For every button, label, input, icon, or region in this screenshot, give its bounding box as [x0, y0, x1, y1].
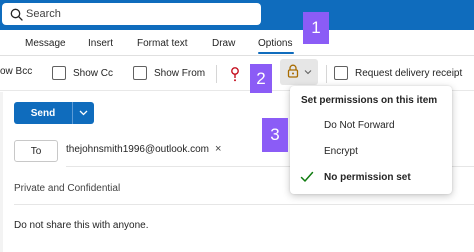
checkmark-icon — [300, 171, 314, 183]
toolbar-divider — [326, 65, 327, 83]
permissions-menu-header: Set permissions on this item — [301, 95, 438, 106]
to-button[interactable]: To — [14, 140, 58, 162]
show-bcc-option[interactable]: ow Bcc — [0, 66, 32, 77]
menu-item-no-permission-set[interactable]: No permission set — [290, 165, 452, 189]
show-cc-option[interactable]: Show Cc — [52, 66, 113, 80]
show-from-checkbox[interactable] — [133, 66, 147, 80]
active-tab-indicator — [258, 52, 294, 54]
menu-item-label: No permission set — [324, 171, 411, 183]
sensitivity-label: Private and Confidential — [14, 183, 121, 194]
menu-item-do-not-forward[interactable]: Do Not Forward — [290, 113, 452, 137]
show-cc-checkbox[interactable] — [52, 66, 66, 80]
tab-insert[interactable]: Insert — [88, 38, 113, 49]
toolbar-divider — [216, 65, 217, 83]
tab-message[interactable]: Message — [25, 38, 66, 49]
permissions-button[interactable] — [280, 59, 318, 85]
tab-draw[interactable]: Draw — [212, 38, 235, 49]
lock-icon — [286, 64, 300, 81]
request-delivery-receipt-checkbox[interactable] — [334, 66, 348, 80]
title-bar — [0, 0, 474, 30]
search-input[interactable] — [26, 8, 246, 20]
close-icon[interactable]: × — [215, 143, 221, 155]
tab-format-text[interactable]: Format text — [137, 38, 188, 49]
show-bcc-label: ow Bcc — [0, 66, 33, 77]
exclamation-icon[interactable] — [228, 66, 242, 82]
send-button[interactable]: Send — [14, 102, 72, 124]
request-delivery-receipt-label: Request delivery receipt — [355, 67, 463, 79]
menu-item-label: Do Not Forward — [324, 119, 395, 131]
permissions-menu: Set permissions on this item Do Not Forw… — [290, 86, 452, 194]
recipient-chip[interactable]: thejohnsmith1996@outlook.com × — [66, 143, 221, 155]
compose-left-border — [0, 92, 3, 252]
show-cc-label: Show Cc — [73, 67, 114, 79]
step-badge-1: 1 — [303, 12, 329, 44]
menu-item-label: Encrypt — [324, 145, 358, 157]
send-options-button[interactable] — [72, 102, 94, 124]
recipient-email: thejohnsmith1996@outlook.com — [66, 143, 210, 155]
tab-options[interactable]: Options — [258, 38, 292, 49]
menu-item-encrypt[interactable]: Encrypt — [290, 139, 452, 163]
sensitivity-divider — [14, 204, 474, 205]
chevron-down-icon — [304, 66, 312, 78]
step-badge-2: 2 — [250, 64, 272, 93]
send-button-group: Send — [14, 102, 94, 124]
search-box[interactable] — [2, 3, 261, 25]
chevron-down-icon — [79, 107, 88, 119]
request-delivery-receipt-option[interactable]: Request delivery receipt — [334, 66, 462, 80]
message-body[interactable]: Do not share this with anyone. — [14, 220, 149, 231]
search-icon — [6, 3, 26, 25]
show-from-label: Show From — [154, 67, 206, 79]
ribbon-tabs: Message Insert Format text Draw Options — [0, 30, 474, 56]
step-badge-3: 3 — [262, 118, 288, 152]
show-from-option[interactable]: Show From — [133, 66, 205, 80]
